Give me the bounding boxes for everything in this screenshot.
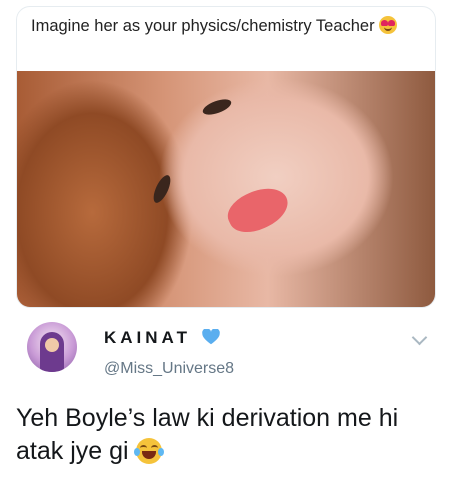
quoted-tweet-text: Imagine her as your physics/chemistry Te… bbox=[31, 15, 421, 37]
quoted-tweet-text-content: Imagine her as your physics/chemistry Te… bbox=[31, 17, 375, 35]
tweet-text: Yeh Boyle’s law ki derivation me hi atak… bbox=[16, 402, 436, 468]
chevron-down-icon[interactable] bbox=[411, 329, 428, 346]
author-name-text: KAINAT bbox=[104, 328, 191, 347]
quoted-tweet-photo[interactable] bbox=[17, 71, 435, 307]
author-handle[interactable]: @Miss_Universe8 bbox=[104, 360, 234, 378]
heart-eyes-emoji-icon bbox=[379, 16, 398, 34]
blue-heart-icon bbox=[201, 329, 220, 345]
author-display-name[interactable]: KAINAT bbox=[104, 328, 220, 348]
tweet-text-content: Yeh Boyle’s law ki derivation me hi atak… bbox=[16, 404, 399, 465]
quoted-tweet-card[interactable]: Imagine her as your physics/chemistry Te… bbox=[16, 6, 436, 308]
avatar[interactable] bbox=[27, 322, 77, 372]
tears-of-joy-emoji-icon bbox=[133, 438, 164, 464]
